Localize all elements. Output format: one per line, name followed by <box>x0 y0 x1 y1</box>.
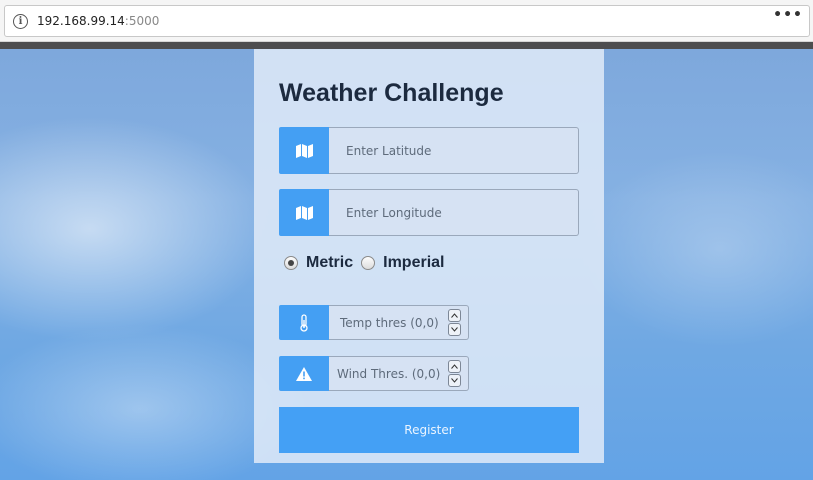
latitude-input-group: Enter Latitude <box>279 127 579 174</box>
metric-radio[interactable] <box>284 256 298 270</box>
wind-threshold-input[interactable]: Wind Thres. (0,0) <box>329 356 469 391</box>
register-form-card: Weather Challenge Enter Latitude Enter L… <box>254 49 604 463</box>
register-button[interactable]: Register <box>279 407 579 453</box>
site-info-icon[interactable]: i <box>13 13 28 29</box>
stepper-down-icon[interactable] <box>448 374 461 387</box>
url-port: :5000 <box>124 14 160 28</box>
wind-threshold-placeholder: Wind Thres. (0,0) <box>337 366 441 381</box>
wind-threshold-stepper[interactable] <box>448 360 461 387</box>
longitude-input-group: Enter Longitude <box>279 189 579 236</box>
thermometer-icon <box>279 305 329 340</box>
temp-threshold-input[interactable]: Temp thres (0,0) <box>329 305 469 340</box>
tab-strip <box>0 42 813 49</box>
url-host: 192.168.99.14 <box>37 14 125 28</box>
stepper-up-icon[interactable] <box>448 309 461 322</box>
page-actions-menu-icon[interactable]: ••• <box>773 7 803 23</box>
address-bar[interactable]: i 192.168.99.14:5000 <box>4 5 810 37</box>
units-radio-group: Metric Imperial <box>284 254 452 272</box>
stepper-down-icon[interactable] <box>448 323 461 336</box>
page-background: Weather Challenge Enter Latitude Enter L… <box>0 49 813 480</box>
page-title: Weather Challenge <box>279 79 504 107</box>
warning-icon <box>279 356 329 391</box>
imperial-label[interactable]: Imperial <box>383 254 444 272</box>
longitude-input[interactable]: Enter Longitude <box>329 189 579 236</box>
latitude-input[interactable]: Enter Latitude <box>329 127 579 174</box>
url-text: 192.168.99.14:5000 <box>37 14 159 28</box>
temp-threshold-group: Temp thres (0,0) <box>279 305 469 340</box>
metric-label[interactable]: Metric <box>306 254 353 272</box>
map-icon <box>279 189 329 236</box>
temp-threshold-stepper[interactable] <box>448 309 461 336</box>
browser-toolbar: i 192.168.99.14:5000 ••• <box>0 0 813 42</box>
imperial-radio[interactable] <box>361 256 376 270</box>
stepper-up-icon[interactable] <box>448 360 461 373</box>
map-icon <box>279 127 329 174</box>
temp-threshold-placeholder: Temp thres (0,0) <box>340 315 439 330</box>
wind-threshold-group: Wind Thres. (0,0) <box>279 356 469 391</box>
